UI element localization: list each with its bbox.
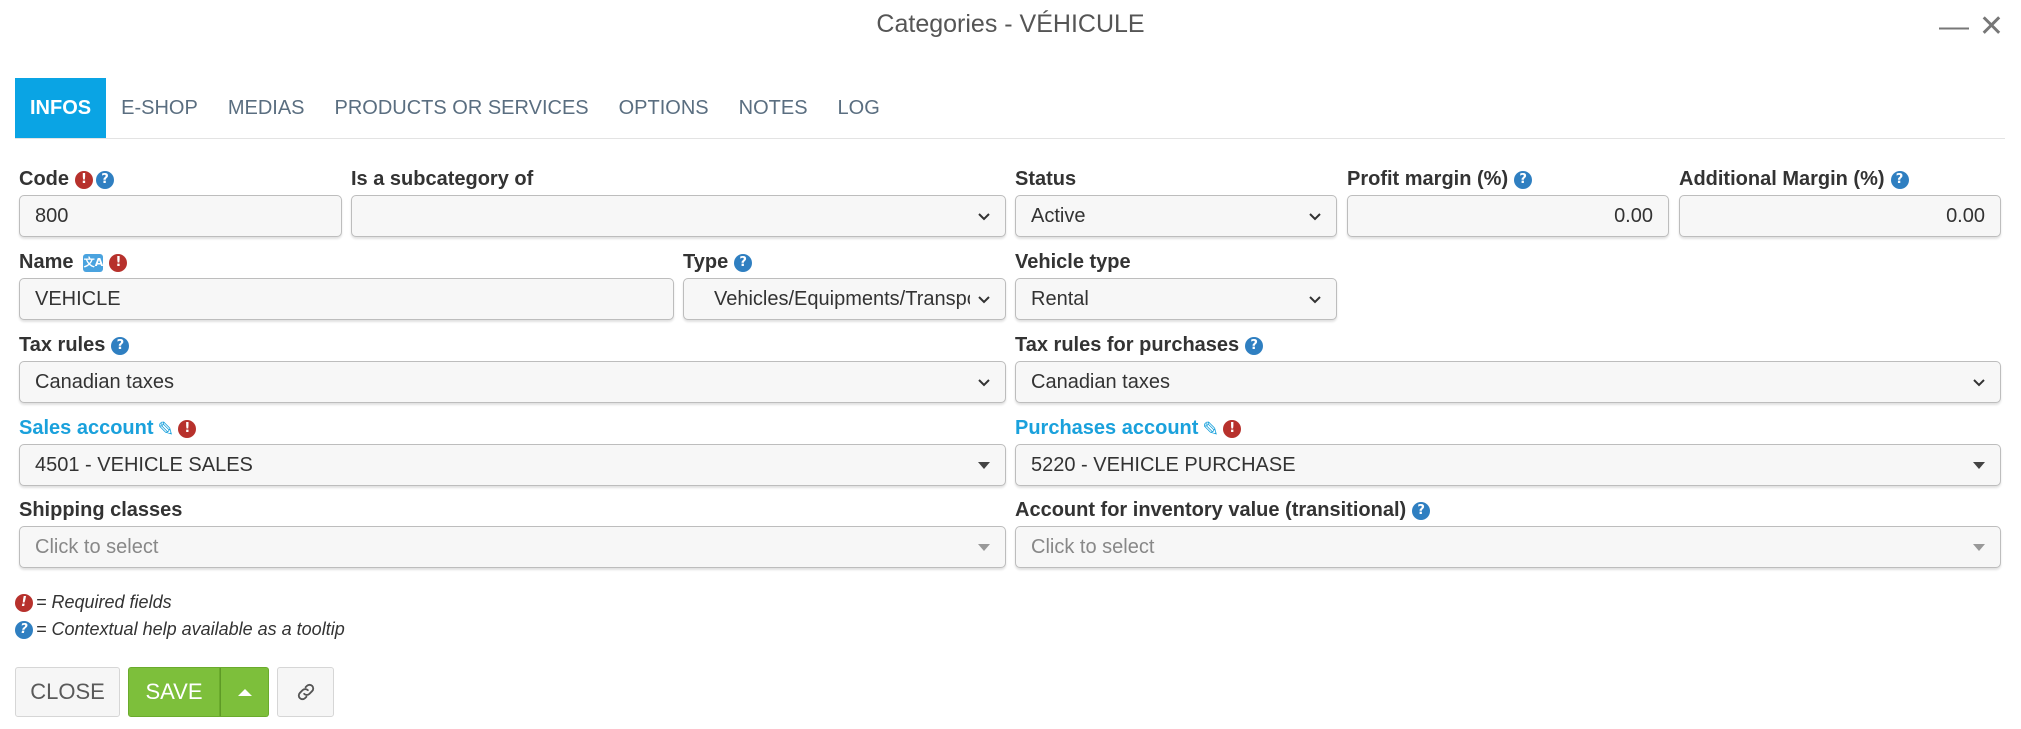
tab-options[interactable]: OPTIONS <box>604 78 724 138</box>
help-icon[interactable]: ? <box>1245 336 1264 355</box>
help-icon[interactable]: ? <box>111 336 130 355</box>
chevron-down-icon <box>1309 213 1321 221</box>
dialog-title: Categories - VÉHICULE <box>876 10 1145 38</box>
minimize-icon[interactable]: — <box>1939 12 1969 42</box>
type-select[interactable]: Vehicles/Equipments/Transport <box>683 278 1006 320</box>
purchases-account-select[interactable]: 5220 - VEHICLE PURCHASE <box>1015 444 2001 486</box>
required-icon: ! <box>109 253 128 272</box>
inventory-account-label: Account for inventory value (transitiona… <box>1015 499 1433 522</box>
subcategory-select[interactable] <box>351 195 1006 237</box>
caret-up-icon <box>237 688 252 696</box>
tab-log[interactable]: LOG <box>823 78 895 138</box>
edit-icon[interactable]: ✎ <box>1202 419 1219 439</box>
chevron-down-icon <box>978 379 990 387</box>
tax-rules-purchases-select[interactable]: Canadian taxes <box>1015 361 2001 403</box>
code-label: Code ! ? <box>19 168 117 191</box>
type-label: Type ? <box>683 251 755 274</box>
tab-e-shop[interactable]: E-SHOP <box>106 78 213 138</box>
help-icon[interactable]: ? <box>1514 170 1533 189</box>
caret-down-icon <box>978 461 990 469</box>
close-button[interactable]: CLOSE <box>15 667 120 717</box>
required-icon: ! <box>15 593 33 612</box>
caret-down-icon <box>978 543 990 551</box>
profit-margin-input[interactable]: 0.00 <box>1347 195 1669 237</box>
tab-products-or-services[interactable]: PRODUCTS OR SERVICES <box>320 78 604 138</box>
help-icon[interactable]: ? <box>1890 170 1909 189</box>
save-options-button[interactable] <box>220 667 269 717</box>
chevron-down-icon <box>978 213 990 221</box>
tab-notes[interactable]: NOTES <box>724 78 823 138</box>
additional-margin-input[interactable]: 0.00 <box>1679 195 2001 237</box>
name-input[interactable]: VEHICLE <box>19 278 674 320</box>
tab-infos[interactable]: INFOS <box>15 78 107 138</box>
shipping-classes-select[interactable]: Click to select <box>19 526 1006 568</box>
inventory-account-select[interactable]: Click to select <box>1015 526 2001 568</box>
caret-down-icon <box>1973 461 1985 469</box>
required-icon: ! <box>75 170 93 189</box>
help-icon[interactable]: ? <box>1412 501 1431 520</box>
category-dialog: Categories - VÉHICULE — ✕ INFOS E-SHOP M… <box>0 0 2021 729</box>
tax-rules-select[interactable]: Canadian taxes <box>19 361 1006 403</box>
translate-icon[interactable]: 文A <box>83 253 104 272</box>
help-icon[interactable]: ? <box>734 253 753 272</box>
vehicle-type-label: Vehicle type <box>1015 251 1131 273</box>
legend-help: ? = Contextual help available as a toolt… <box>15 619 345 640</box>
tab-medias[interactable]: MEDIAS <box>213 78 320 138</box>
link-button[interactable] <box>277 667 334 717</box>
chevron-down-icon <box>1973 379 1985 387</box>
subcategory-label: Is a subcategory of <box>351 168 534 190</box>
link-icon <box>297 683 314 701</box>
tax-rules-purchases-label: Tax rules for purchases ? <box>1015 334 1266 357</box>
chevron-down-icon <box>978 296 990 304</box>
purchases-account-label[interactable]: Purchases account ✎ ! <box>1015 417 1244 440</box>
sales-account-select[interactable]: 4501 - VEHICLE SALES <box>19 444 1006 486</box>
required-icon: ! <box>178 419 197 438</box>
tab-bar: INFOS E-SHOP MEDIAS PRODUCTS OR SERVICES… <box>15 78 2005 139</box>
close-icon[interactable]: ✕ <box>1979 12 2004 42</box>
tax-rules-label: Tax rules ? <box>19 334 132 357</box>
help-icon[interactable]: ? <box>96 170 114 189</box>
legend-required: ! = Required fields <box>15 592 172 613</box>
help-icon: ? <box>15 620 33 639</box>
save-button[interactable]: SAVE <box>128 667 220 717</box>
profit-margin-label: Profit margin (%) ? <box>1347 168 1535 191</box>
caret-down-icon <box>1973 543 1985 551</box>
required-icon: ! <box>1223 419 1242 438</box>
vehicle-type-select[interactable]: Rental <box>1015 278 1337 320</box>
name-label: Name 文A ! <box>19 251 130 274</box>
edit-icon[interactable]: ✎ <box>158 419 175 439</box>
additional-margin-label: Additional Margin (%) ? <box>1679 168 1912 191</box>
chevron-down-icon <box>1309 296 1321 304</box>
shipping-classes-label: Shipping classes <box>19 499 183 521</box>
code-input[interactable]: 800 <box>19 195 342 237</box>
sales-account-label[interactable]: Sales account ✎ ! <box>19 417 199 440</box>
status-label: Status <box>1015 168 1077 190</box>
status-select[interactable]: Active <box>1015 195 1337 237</box>
